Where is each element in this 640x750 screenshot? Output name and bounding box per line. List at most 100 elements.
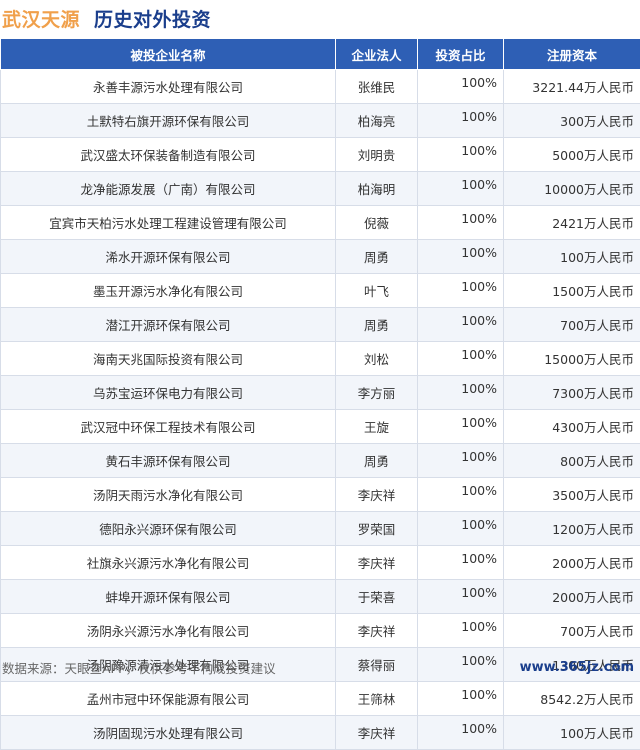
table-row: 潜江开源环保有限公司周勇100%700万人民币 [1,308,640,342]
cell-investment-ratio: 100% [418,308,504,342]
table-body: 永善丰源污水处理有限公司张维民100%3221.44万人民币土默特右旗开源环保有… [1,70,640,750]
table-row: 汤阴天雨污水净化有限公司李庆祥100%3500万人民币 [1,478,640,512]
cell-company-name: 龙净能源发展（广南）有限公司 [1,172,336,206]
cell-legal-person: 周勇 [336,444,418,478]
cell-company-name: 武汉冠中环保工程技术有限公司 [1,410,336,444]
cell-company-name: 黄石丰源环保有限公司 [1,444,336,478]
cell-company-name: 浠水开源环保有限公司 [1,240,336,274]
cell-investment-ratio: 100% [418,546,504,580]
cell-company-name: 蚌埠开源环保有限公司 [1,580,336,614]
cell-investment-ratio: 100% [418,580,504,614]
cell-investment-ratio: 100% [418,716,504,750]
cell-investment-ratio: 100% [418,444,504,478]
cell-legal-person: 刘松 [336,342,418,376]
cell-legal-person: 叶飞 [336,274,418,308]
cell-legal-person: 周勇 [336,308,418,342]
table-row: 德阳永兴源环保有限公司罗荣国100%1200万人民币 [1,512,640,546]
cell-registered-capital: 15000万人民币 [504,342,640,376]
table-row: 永善丰源污水处理有限公司张维民100%3221.44万人民币 [1,70,640,104]
cell-legal-person: 王筛林 [336,682,418,716]
cell-legal-person: 刘明贵 [336,138,418,172]
column-header-capital: 注册资本 [504,39,640,70]
cell-company-name: 德阳永兴源环保有限公司 [1,512,336,546]
site-watermark-text: www.365jz.com [520,660,634,675]
cell-investment-ratio: 100% [418,342,504,376]
table-row: 龙净能源发展（广南）有限公司柏海明100%10000万人民币 [1,172,640,206]
table-row: 武汉盛太环保装备制造有限公司刘明贵100%5000万人民币 [1,138,640,172]
cell-legal-person: 王旋 [336,410,418,444]
cell-legal-person: 李庆祥 [336,546,418,580]
cell-company-name: 土默特右旗开源环保有限公司 [1,104,336,138]
cell-investment-ratio: 100% [418,274,504,308]
cell-registered-capital: 2000万人民币 [504,580,640,614]
cell-company-name: 潜江开源环保有限公司 [1,308,336,342]
cell-investment-ratio: 100% [418,682,504,716]
title-bar: 武汉天源 历史对外投资 [0,0,640,36]
table-row: 孟州市冠中环保能源有限公司王筛林100%8542.2万人民币 [1,682,640,716]
cell-investment-ratio: 100% [418,206,504,240]
table-row: 土默特右旗开源环保有限公司柏海亮100%300万人民币 [1,104,640,138]
table-row: 浠水开源环保有限公司周勇100%100万人民币 [1,240,640,274]
table-row: 乌苏宝运环保电力有限公司李方丽100%7300万人民币 [1,376,640,410]
cell-legal-person: 李庆祥 [336,478,418,512]
cell-registered-capital: 300万人民币 [504,104,640,138]
cell-registered-capital: 1500万人民币 [504,274,640,308]
cell-investment-ratio: 100% [418,376,504,410]
cell-company-name: 孟州市冠中环保能源有限公司 [1,682,336,716]
cell-investment-ratio: 100% [418,138,504,172]
cell-registered-capital: 2000万人民币 [504,546,640,580]
data-source-note: 数据来源：天眼查APP，仅供参考不构成投资建议 [2,658,276,677]
cell-registered-capital: 100万人民币 [504,240,640,274]
cell-registered-capital: 3500万人民币 [504,478,640,512]
table-row: 汤阴永兴源污水净化有限公司李庆祥100%700万人民币 [1,614,640,648]
cell-investment-ratio: 100% [418,240,504,274]
cell-registered-capital: 1200万人民币 [504,512,640,546]
cell-registered-capital: 7300万人民币 [504,376,640,410]
cell-company-name: 乌苏宝运环保电力有限公司 [1,376,336,410]
table-row: 黄石丰源环保有限公司周勇100%800万人民币 [1,444,640,478]
cell-investment-ratio: 100% [418,410,504,444]
column-header-legal-person: 企业法人 [336,39,418,70]
table-row: 蚌埠开源环保有限公司于荣喜100%2000万人民币 [1,580,640,614]
company-title: 武汉天源 [2,5,80,32]
table-row: 墨玉开源污水净化有限公司叶飞100%1500万人民币 [1,274,640,308]
table-row: 武汉冠中环保工程技术有限公司王旋100%4300万人民币 [1,410,640,444]
table-row: 社旗永兴源污水净化有限公司李庆祥100%2000万人民币 [1,546,640,580]
column-header-company: 被投企业名称 [1,39,336,70]
cell-registered-capital: 3221.44万人民币 [504,70,640,104]
cell-registered-capital: 4300万人民币 [504,410,640,444]
cell-legal-person: 周勇 [336,240,418,274]
cell-registered-capital: 10000万人民币 [504,172,640,206]
cell-company-name: 武汉盛太环保装备制造有限公司 [1,138,336,172]
investment-table-container: 被投企业名称 企业法人 投资占比 注册资本 永善丰源污水处理有限公司张维民100… [0,38,640,750]
footer: 数据来源：天眼查APP，仅供参考不构成投资建议 www.365jz.com [0,655,640,680]
cell-investment-ratio: 100% [418,104,504,138]
cell-registered-capital: 8542.2万人民币 [504,682,640,716]
cell-legal-person: 李庆祥 [336,716,418,750]
cell-registered-capital: 5000万人民币 [504,138,640,172]
cell-legal-person: 柏海明 [336,172,418,206]
cell-registered-capital: 2421万人民币 [504,206,640,240]
investment-table: 被投企业名称 企业法人 投资占比 注册资本 永善丰源污水处理有限公司张维民100… [0,38,640,750]
cell-company-name: 汤阴固现污水处理有限公司 [1,716,336,750]
cell-registered-capital: 800万人民币 [504,444,640,478]
cell-company-name: 墨玉开源污水净化有限公司 [1,274,336,308]
cell-investment-ratio: 100% [418,70,504,104]
cell-investment-ratio: 100% [418,172,504,206]
table-row: 海南天兆国际投资有限公司刘松100%15000万人民币 [1,342,640,376]
cell-company-name: 汤阴永兴源污水净化有限公司 [1,614,336,648]
cell-legal-person: 罗荣国 [336,512,418,546]
cell-legal-person: 李庆祥 [336,614,418,648]
cell-registered-capital: 700万人民币 [504,614,640,648]
table-row: 宜宾市天柏污水处理工程建设管理有限公司倪薇100%2421万人民币 [1,206,640,240]
cell-legal-person: 柏海亮 [336,104,418,138]
cell-company-name: 永善丰源污水处理有限公司 [1,70,336,104]
cell-investment-ratio: 100% [418,512,504,546]
cell-company-name: 社旗永兴源污水净化有限公司 [1,546,336,580]
table-header-row: 被投企业名称 企业法人 投资占比 注册资本 [1,39,640,70]
cell-registered-capital: 100万人民币 [504,716,640,750]
cell-legal-person: 于荣喜 [336,580,418,614]
cell-registered-capital: 700万人民币 [504,308,640,342]
cell-legal-person: 张维民 [336,70,418,104]
column-header-ratio: 投资占比 [418,39,504,70]
